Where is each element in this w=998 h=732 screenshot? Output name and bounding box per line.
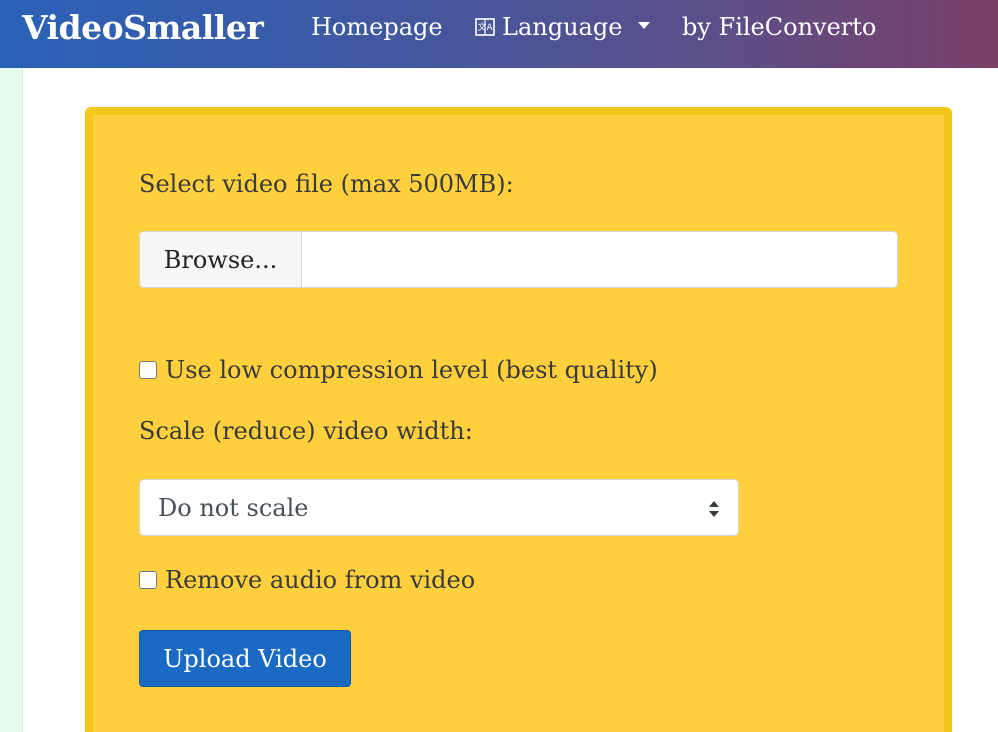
select-video-label: Select video file (max 500MB): — [139, 170, 514, 198]
scale-width-label: Scale (reduce) video width: — [139, 417, 473, 445]
svg-text:文: 文 — [478, 21, 487, 33]
nav-language-dropdown[interactable]: 文 A Language — [474, 13, 651, 41]
language-icon: 文 A — [475, 18, 495, 36]
low-compression-label[interactable]: Use low compression level (best quality) — [165, 356, 658, 384]
top-navbar: VideoSmaller Homepage 文 A Language by Fi… — [0, 0, 998, 68]
nav-fileconverto-link[interactable]: by FileConverto — [682, 13, 876, 41]
file-name-field[interactable] — [302, 232, 897, 287]
scale-selected-value: Do not scale — [158, 493, 309, 522]
remove-audio-checkbox[interactable] — [139, 571, 157, 589]
brand-logo[interactable]: VideoSmaller — [22, 8, 264, 47]
nav-homepage-link[interactable]: Homepage — [311, 13, 443, 41]
file-input-group[interactable]: Browse... — [139, 231, 898, 288]
nav-fileconverto-label: by FileConverto — [682, 13, 877, 41]
nav-language-label: Language — [502, 13, 623, 41]
left-sidebar-strip — [0, 68, 23, 732]
scale-width-select[interactable]: Do not scale — [139, 479, 739, 536]
low-compression-checkbox[interactable] — [139, 361, 157, 379]
remove-audio-label[interactable]: Remove audio from video — [165, 566, 475, 594]
browse-button[interactable]: Browse... — [140, 232, 302, 287]
low-compression-option[interactable]: Use low compression level (best quality) — [139, 356, 658, 384]
svg-text:A: A — [487, 23, 494, 33]
upload-video-button[interactable]: Upload Video — [139, 630, 351, 687]
nav-homepage-label: Homepage — [311, 13, 443, 41]
remove-audio-option[interactable]: Remove audio from video — [139, 566, 475, 594]
select-arrows-icon — [709, 501, 719, 517]
caret-down-icon — [638, 21, 651, 29]
